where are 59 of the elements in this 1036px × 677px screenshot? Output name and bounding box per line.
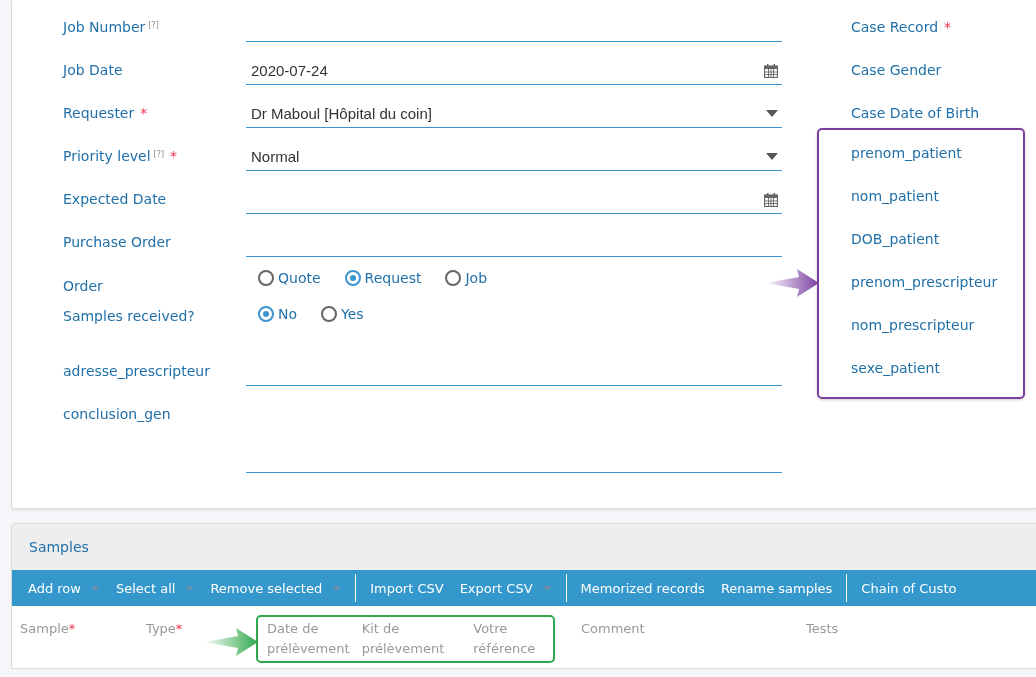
column-header[interactable]: Type* (146, 606, 256, 639)
column-header[interactable]: Votre référence (473, 617, 553, 661)
field-label: Job Number (63, 19, 146, 35)
field-label: Order (63, 278, 103, 294)
radio-option[interactable]: Yes (321, 304, 364, 324)
required-mark: * (140, 105, 148, 121)
field-label: nom_patient (851, 188, 939, 204)
radio-button[interactable] (258, 306, 274, 322)
required-mark: * (944, 19, 952, 35)
column-header[interactable]: Date de prélèvement (267, 617, 362, 661)
toolbar-button[interactable]: Remove selected (206, 580, 327, 596)
toolbar-button[interactable]: Memorized records (576, 580, 709, 596)
radio-option[interactable]: Job (445, 268, 488, 288)
toolbar-button[interactable]: Export CSV (455, 580, 537, 596)
column-header[interactable]: Tests (806, 606, 906, 639)
radio-button[interactable] (321, 306, 338, 322)
field-label: Expected Date (63, 191, 167, 207)
calendar-icon[interactable] (764, 192, 778, 207)
field-label: Priority level (63, 148, 151, 164)
calendar-icon[interactable] (764, 63, 778, 78)
toolbar-button[interactable]: Add row (24, 580, 85, 596)
dropdown-field[interactable]: Dr Maboul [Hôpital du coin] (246, 92, 782, 128)
radio-option[interactable]: Quote (258, 268, 321, 288)
date-field[interactable]: 2020-07-24 (246, 49, 782, 85)
help-link[interactable]: [?] (148, 21, 159, 30)
toolbar-button[interactable]: Select all (111, 580, 180, 596)
toolbar-button[interactable]: Rename samples (716, 580, 837, 596)
field-label: conclusion_gen (63, 406, 171, 422)
field-label: prenom_prescripteur (851, 274, 998, 290)
panel-title: Samples (29, 539, 89, 555)
caret-icon[interactable] (766, 110, 778, 117)
field-label: sexe_patient (851, 360, 940, 376)
caret-icon[interactable] (766, 153, 778, 160)
field-label: adresse_prescripteur (63, 363, 210, 379)
field-label: Case Record (851, 19, 939, 35)
field-label: Job Date (63, 62, 123, 78)
radio-option[interactable]: Request (344, 268, 422, 288)
field-label: Case Date of Birth (851, 105, 980, 121)
field-label: nom_prescripteur (851, 317, 975, 333)
radio-button[interactable] (258, 270, 274, 286)
toolbar-button[interactable]: Chain of Custo (857, 580, 961, 596)
help-link[interactable]: [?] (153, 150, 165, 159)
field-label: DOB_patient (851, 231, 940, 247)
field-label: Case Gender (851, 62, 942, 78)
radio-option[interactable]: No (258, 304, 298, 324)
field-label: Purchase Order (63, 234, 171, 250)
field-label: Requester (63, 105, 135, 121)
radio-button[interactable] (445, 270, 462, 286)
column-header[interactable]: Sample* (12, 606, 146, 639)
dropdown-field[interactable]: Normal (246, 135, 782, 171)
field-label: prenom_patient (851, 145, 962, 161)
toolbar-button[interactable]: Import CSV (366, 580, 448, 596)
column-header[interactable]: Comment (555, 606, 806, 639)
field-label: Samples received? (63, 308, 195, 324)
required-mark: * (170, 148, 178, 164)
arrow-annotation (204, 628, 258, 656)
arrow-annotation (765, 269, 819, 297)
column-header[interactable]: Kit de prélèvement (361, 617, 474, 661)
radio-button[interactable] (344, 270, 361, 286)
